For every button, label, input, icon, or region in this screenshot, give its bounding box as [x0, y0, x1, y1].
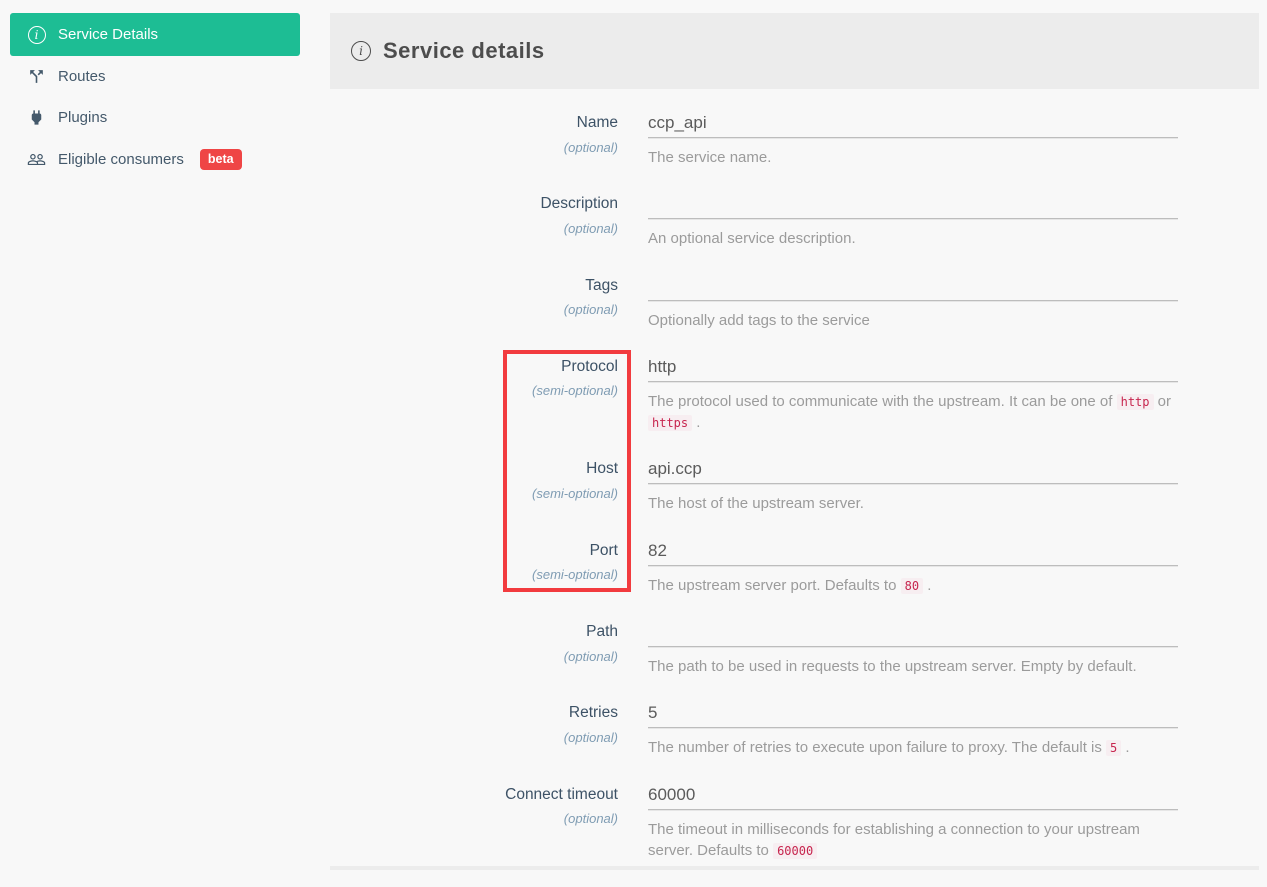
description-optionality: (optional) — [563, 220, 618, 236]
inline-code: https — [648, 415, 693, 432]
name-label: Name — [576, 114, 618, 131]
connect-timeout-input[interactable] — [648, 784, 1178, 810]
sidebar-item-routes[interactable]: Routes — [10, 56, 300, 97]
field-row-port: Port (semi-optional) The upstream server… — [330, 540, 1259, 596]
description-input[interactable] — [648, 194, 1178, 220]
name-optionality: (optional) — [563, 139, 618, 155]
sidebar-item-label: Plugins — [58, 109, 108, 126]
info-icon — [351, 41, 371, 61]
path-label: Path — [586, 623, 618, 641]
tags-help: Optionally add tags to the service — [648, 311, 870, 329]
host-help: The host of the upstream server. — [648, 495, 864, 513]
tags-input[interactable] — [648, 275, 1178, 301]
protocol-label: Protocol — [561, 357, 618, 375]
route-split-icon — [27, 67, 46, 86]
field-row-retries: Retries (optional) The number of retries… — [330, 703, 1259, 758]
inline-code: 60000 — [773, 842, 818, 859]
sidebar-item-eligible-consumers[interactable]: Eligible consumers beta — [10, 138, 300, 181]
path-optionality: (optional) — [563, 648, 618, 664]
name-help: The service name. — [648, 149, 772, 166]
sidebar-item-plugins[interactable]: Plugins — [10, 97, 300, 138]
protocol-optionality: (semi-optional) — [532, 383, 618, 399]
protocol-input[interactable] — [648, 356, 1178, 382]
path-input[interactable] — [648, 622, 1178, 648]
page-header: Service details — [330, 13, 1259, 89]
retries-label: Retries — [568, 704, 618, 722]
page-title: Service details — [383, 38, 545, 63]
sidebar-item-label: Routes — [58, 68, 106, 85]
field-row-name: Name (optional) The service name. — [330, 113, 1259, 168]
field-row-path: Path (optional) The path to be used in r… — [330, 622, 1259, 677]
sidebar-item-service-details[interactable]: Service Details — [10, 13, 300, 56]
service-details-form: Name (optional) The service name. Descri… — [330, 89, 1259, 861]
main-panel: Service details Name (optional) The serv… — [330, 13, 1259, 887]
field-row-tags: Tags (optional) Optionally add tags to t… — [330, 275, 1259, 331]
retries-help: The number of retries to execute upon fa… — [648, 739, 1130, 757]
field-row-description: Description (optional) An optional servi… — [330, 194, 1259, 249]
inline-code: 5 — [1106, 740, 1122, 757]
field-row-connect-timeout: Connect timeout (optional) The timeout i… — [330, 784, 1259, 862]
users-icon — [27, 150, 46, 169]
name-input[interactable] — [648, 113, 1178, 138]
tags-label: Tags — [585, 276, 618, 294]
port-optionality: (semi-optional) — [532, 567, 618, 583]
sidebar-item-label: Eligible consumers — [58, 151, 184, 168]
description-help: An optional service description. — [648, 230, 856, 248]
next-section-strip — [330, 866, 1259, 870]
tags-optionality: (optional) — [563, 302, 618, 318]
inline-code: http — [1116, 393, 1154, 410]
sidebar: Service Details Routes Plugins Eligible … — [10, 13, 300, 181]
port-label: Port — [589, 541, 618, 559]
inline-code: 80 — [900, 577, 924, 594]
port-input[interactable] — [648, 540, 1178, 566]
retries-optionality: (optional) — [563, 729, 618, 745]
description-label: Description — [540, 195, 618, 213]
connect-timeout-label: Connect timeout — [505, 785, 618, 803]
path-help: The path to be used in requests to the u… — [648, 658, 1137, 676]
info-icon — [27, 25, 46, 44]
protocol-help: The protocol used to communicate with th… — [648, 392, 1172, 432]
host-label: Host — [586, 460, 618, 478]
plug-icon — [27, 108, 46, 127]
field-row-protocol: Protocol (semi-optional) The protocol us… — [330, 356, 1259, 434]
retries-input[interactable] — [648, 703, 1178, 729]
port-help: The upstream server port. Defaults to 80… — [648, 576, 932, 594]
field-row-host: Host (semi-optional) The host of the ups… — [330, 459, 1259, 514]
connect-timeout-help: The timeout in milliseconds for establis… — [648, 820, 1140, 859]
beta-badge: beta — [199, 149, 242, 170]
host-input[interactable] — [648, 459, 1178, 485]
host-optionality: (semi-optional) — [532, 486, 618, 502]
sidebar-item-label: Service Details — [58, 26, 159, 43]
connect-timeout-optionality: (optional) — [563, 811, 618, 827]
